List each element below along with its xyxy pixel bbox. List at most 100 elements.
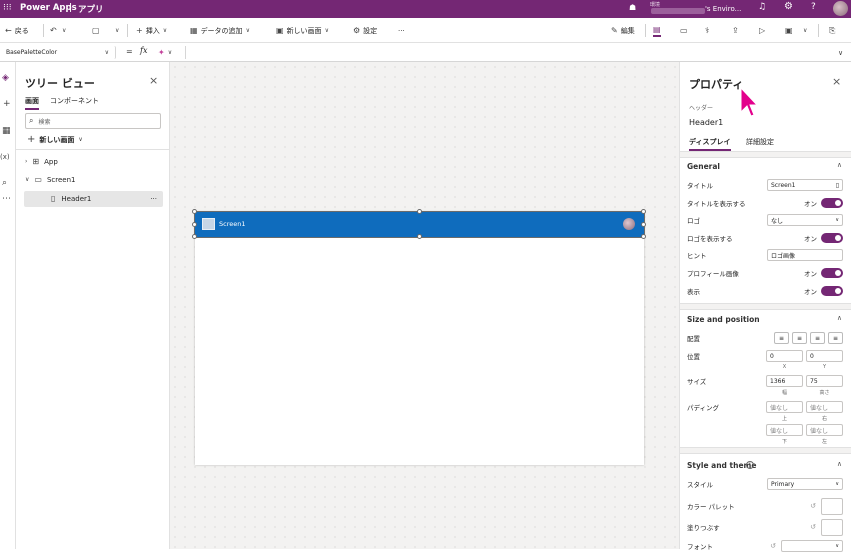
show-logo-toggle[interactable]: オン	[804, 233, 843, 243]
publish-button[interactable]: ⎘	[829, 24, 835, 37]
position-y-input[interactable]: 0	[806, 350, 843, 362]
comments-button[interactable]: ▭	[680, 24, 688, 37]
resize-handle-bottom-right[interactable]	[641, 234, 646, 239]
app-title[interactable]: アプリ	[78, 3, 104, 15]
align-center-icon[interactable]: ≡	[792, 332, 807, 344]
resize-handle-right[interactable]	[641, 222, 646, 227]
help-icon[interactable]: ?	[811, 2, 816, 12]
collapse-chevron-up-icon[interactable]: ∧	[837, 161, 842, 169]
profile-image-toggle[interactable]: オン	[804, 268, 843, 278]
fill-color-swatch[interactable]	[821, 518, 843, 536]
tab-advanced[interactable]: 詳細設定	[746, 137, 774, 147]
environment-icon[interactable]: ☗	[629, 3, 636, 12]
chevron-down-icon: ∨	[104, 48, 109, 56]
tab-screens[interactable]: 画面	[25, 96, 39, 110]
tab-display[interactable]: ディスプレイ	[689, 137, 731, 151]
title-input[interactable]: Screen1 ▯	[767, 179, 843, 191]
copilot-button[interactable]: ▤	[653, 24, 661, 37]
add-data-button[interactable]: ▦ データの追加 ∨	[190, 24, 250, 37]
undo-button[interactable]: ↶	[50, 24, 57, 37]
new-screen-button[interactable]: ▣ 新しい画面 ∨	[276, 24, 329, 37]
align-left-icon[interactable]: ≡	[774, 332, 789, 344]
settings-gear-icon[interactable]: ⚙	[784, 1, 793, 12]
logo-dropdown[interactable]: なし ∨	[767, 214, 843, 226]
tab-components[interactable]: コンポーネント	[50, 96, 99, 106]
style-dropdown[interactable]: Primary ∨	[767, 478, 843, 490]
info-icon[interactable]: i	[746, 461, 754, 469]
collapse-chevron-up-icon[interactable]: ∧	[837, 314, 842, 322]
settings-button[interactable]: ⚙ 設定	[353, 24, 377, 37]
new-screen-icon: ▣	[276, 25, 284, 35]
tree-item-app[interactable]: › ⊞ App	[25, 155, 163, 169]
health-button[interactable]: ⚕	[705, 24, 709, 37]
visible-toggle[interactable]: オン	[804, 286, 843, 296]
property-selector[interactable]: BasePaletteColor ∨	[3, 46, 116, 59]
resize-handle-bottom[interactable]	[417, 234, 422, 239]
undo-dropdown[interactable]: ∨	[62, 24, 66, 37]
width-input[interactable]: 1366	[766, 375, 803, 387]
resize-handle-bottom-left[interactable]	[192, 234, 197, 239]
close-icon[interactable]: ×	[149, 74, 158, 87]
resize-handle-top[interactable]	[417, 209, 422, 214]
plus-icon[interactable]: +	[3, 100, 11, 109]
paste-button[interactable]: ▢	[92, 24, 100, 37]
logo-image-icon	[202, 218, 215, 230]
collapse-chevron-up-icon[interactable]: ∧	[837, 460, 842, 468]
screen1-canvas[interactable]	[195, 212, 644, 465]
padding-left-input[interactable]: 値なし	[806, 424, 843, 436]
save-dropdown[interactable]: ∨	[803, 24, 807, 37]
design-canvas[interactable]: Screen1	[170, 62, 679, 549]
layers-icon[interactable]: ◈	[2, 74, 9, 83]
share-button[interactable]: ⇪	[732, 24, 739, 37]
padding-top-input[interactable]: 値なし	[766, 401, 803, 413]
back-button[interactable]: ← 戻る	[5, 24, 29, 37]
padding-right-input[interactable]: 値なし	[806, 401, 843, 413]
preview-button[interactable]: ▷	[759, 24, 765, 37]
new-screen-button[interactable]: + 新しい画面 ∨	[27, 135, 83, 145]
data-table-icon[interactable]: ▦	[2, 127, 11, 136]
resize-handle-top-left[interactable]	[192, 209, 197, 214]
header-title: Screen1	[219, 220, 246, 228]
height-caption: 高さ	[819, 390, 830, 396]
search-icon[interactable]: ⌕	[2, 179, 7, 188]
close-icon[interactable]: ×	[832, 75, 841, 88]
align-justify-icon[interactable]: ≡	[828, 332, 843, 344]
insert-button[interactable]: + 挿入 ∨	[136, 24, 167, 37]
resize-handle-top-right[interactable]	[641, 209, 646, 214]
position-x-input[interactable]: 0	[766, 350, 803, 362]
width-caption: 幅	[781, 390, 787, 396]
tree-search-input[interactable]: ⌕ 検索	[25, 113, 161, 129]
position-row: 位置 0 0	[687, 350, 843, 362]
edit-button[interactable]: ✎ 編集	[611, 24, 635, 37]
height-input[interactable]: 75	[806, 375, 843, 387]
tree-item-header1[interactable]: ▯ Header1 ···	[24, 191, 163, 207]
font-dropdown[interactable]: ∨	[781, 540, 843, 552]
reset-icon[interactable]: ↺	[810, 502, 816, 510]
resize-handle-left[interactable]	[192, 222, 197, 227]
hint-input[interactable]: ロゴ画像	[767, 249, 843, 261]
expand-formula-chevron-icon[interactable]: ∨	[838, 49, 843, 57]
notifications-icon[interactable]: ♫	[758, 2, 766, 12]
reset-icon[interactable]: ↺	[810, 523, 816, 531]
paste-dropdown[interactable]: ∨	[115, 24, 119, 37]
item-more-button[interactable]: ···	[150, 195, 157, 203]
y-caption: Y	[822, 364, 827, 370]
color-palette-swatch[interactable]	[821, 497, 843, 515]
arrow-left-icon: ←	[5, 25, 12, 35]
control-name[interactable]: Header1	[689, 118, 723, 127]
more-icon[interactable]: ⋯	[2, 195, 11, 204]
clipboard-icon: ▢	[92, 25, 100, 35]
copilot-formula-button[interactable]: ✦ ∨	[158, 46, 186, 59]
align-row: 配置 ≡ ≡ ≡ ≡	[687, 332, 843, 344]
align-right-icon[interactable]: ≡	[810, 332, 825, 344]
user-avatar[interactable]	[833, 1, 848, 16]
show-title-toggle[interactable]: オン	[804, 198, 843, 208]
more-commands-button[interactable]: ···	[398, 24, 405, 37]
variables-icon[interactable]: (x)	[0, 153, 10, 161]
padding-bottom-input[interactable]: 値なし	[766, 424, 803, 436]
app-launcher-icon[interactable]: ⁝⁝⁝	[3, 3, 12, 13]
tree-item-screen1[interactable]: ∨ ▭ Screen1	[25, 173, 163, 187]
save-button[interactable]: ▣	[785, 24, 793, 37]
formula-input[interactable]	[188, 45, 836, 60]
environment-name[interactable]: 's Enviro...	[705, 5, 741, 13]
